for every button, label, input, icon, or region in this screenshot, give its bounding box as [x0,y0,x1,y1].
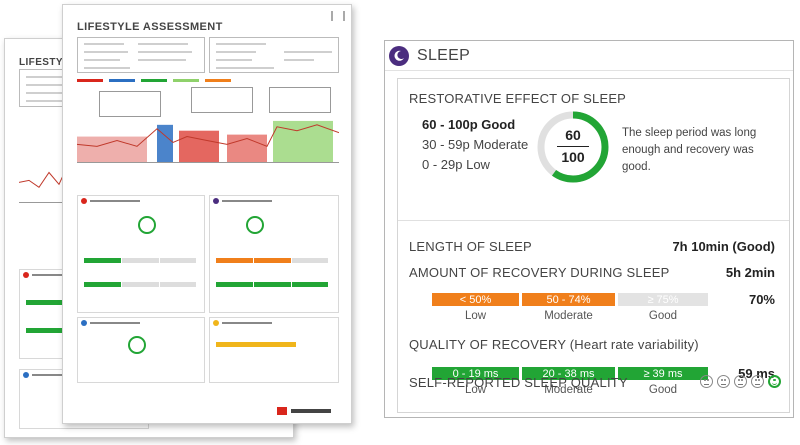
restorative-effect-title: RESTORATIVE EFFECT OF SLEEP [409,91,627,106]
hrv-label: QUALITY OF RECOVERY (Heart rate variabil… [409,337,699,352]
energy-section-thumb [209,317,339,383]
sleep-quality-faces [700,375,781,388]
restorative-description: The sleep period was long enough and rec… [622,127,757,173]
hrv-label-good: Good [648,384,678,396]
moon-icon [389,45,409,66]
recovery-segment-good: ≥ 75% [618,293,708,306]
happy-face-icon[interactable] [768,375,781,388]
callout-2-thumb [191,87,253,113]
gauge-score: 60 [565,127,581,143]
recovery-label-moderate: Moderate [544,310,593,322]
report-front-title: LIFESTYLE ASSESSMENT [77,21,223,33]
recovery-percent: 70% [748,292,775,307]
sleep-section-thumb [209,195,339,313]
stress-recovery-section-thumb [77,195,205,313]
smile-face-icon[interactable] [751,375,764,388]
gauge-divider [557,146,589,147]
report-footer-logo [277,407,331,415]
recovery-segment-low: < 50% [432,293,519,306]
recovery-amount-label: AMOUNT OF RECOVERY DURING SLEEP [409,265,670,280]
scale-moderate: 30 - 59p Moderate [422,137,529,152]
self-reported-quality-label: SELF-REPORTED SLEEP QUALITY [409,375,628,390]
report-page-front: LIFESTYLE ASSESSMENT [62,4,352,424]
chart-legend-thumb [77,79,231,82]
restorative-score-gauge: 60 100 [535,109,611,185]
sleep-card-header: SLEEP [385,41,793,71]
recovery-amount-bar: < 50% 50 - 74% ≥ 75% [432,293,711,306]
recovery-amount-value: 5h 2min [725,265,775,280]
measurement-info-box [209,37,339,73]
callout-1-thumb [99,91,161,117]
sleep-details-panel: RESTORATIVE EFFECT OF SLEEP 60 - 100p Go… [397,78,790,413]
gauge-max: 100 [561,149,585,165]
callout-3-thumb [269,87,331,113]
sad-face-icon[interactable] [717,375,730,388]
report-thumbnails: LIFESTYLE LIFESTYLE ASSESSMENT [0,0,360,445]
heart-rate-chart-front [77,117,339,163]
sleep-card-title: SLEEP [417,46,471,64]
recovery-bar-labels: Low Moderate Good [432,310,711,322]
recovery-label-good: Good [648,310,678,322]
length-of-sleep-value: 7h 10min (Good) [672,239,775,254]
report-logo-icon [331,11,345,21]
very-sad-face-icon[interactable] [700,375,713,388]
recovery-label-low: Low [464,310,487,322]
divider [398,220,789,221]
scale-good: 60 - 100p Good [422,117,516,132]
restorative-scale-legend: 60 - 100p Good 30 - 59p Moderate 0 - 29p… [422,115,528,175]
recovery-segment-moderate: 50 - 74% [522,293,615,306]
physical-activity-section-thumb [77,317,205,383]
hrv-segment-good: ≥ 39 ms [618,367,708,380]
scale-low: 0 - 29p Low [422,157,490,172]
person-info-box-front [77,37,205,73]
neutral-face-icon[interactable] [734,375,747,388]
length-of-sleep-label: LENGTH OF SLEEP [409,239,532,254]
sleep-card: SLEEP RESTORATIVE EFFECT OF SLEEP 60 - 1… [384,40,794,418]
